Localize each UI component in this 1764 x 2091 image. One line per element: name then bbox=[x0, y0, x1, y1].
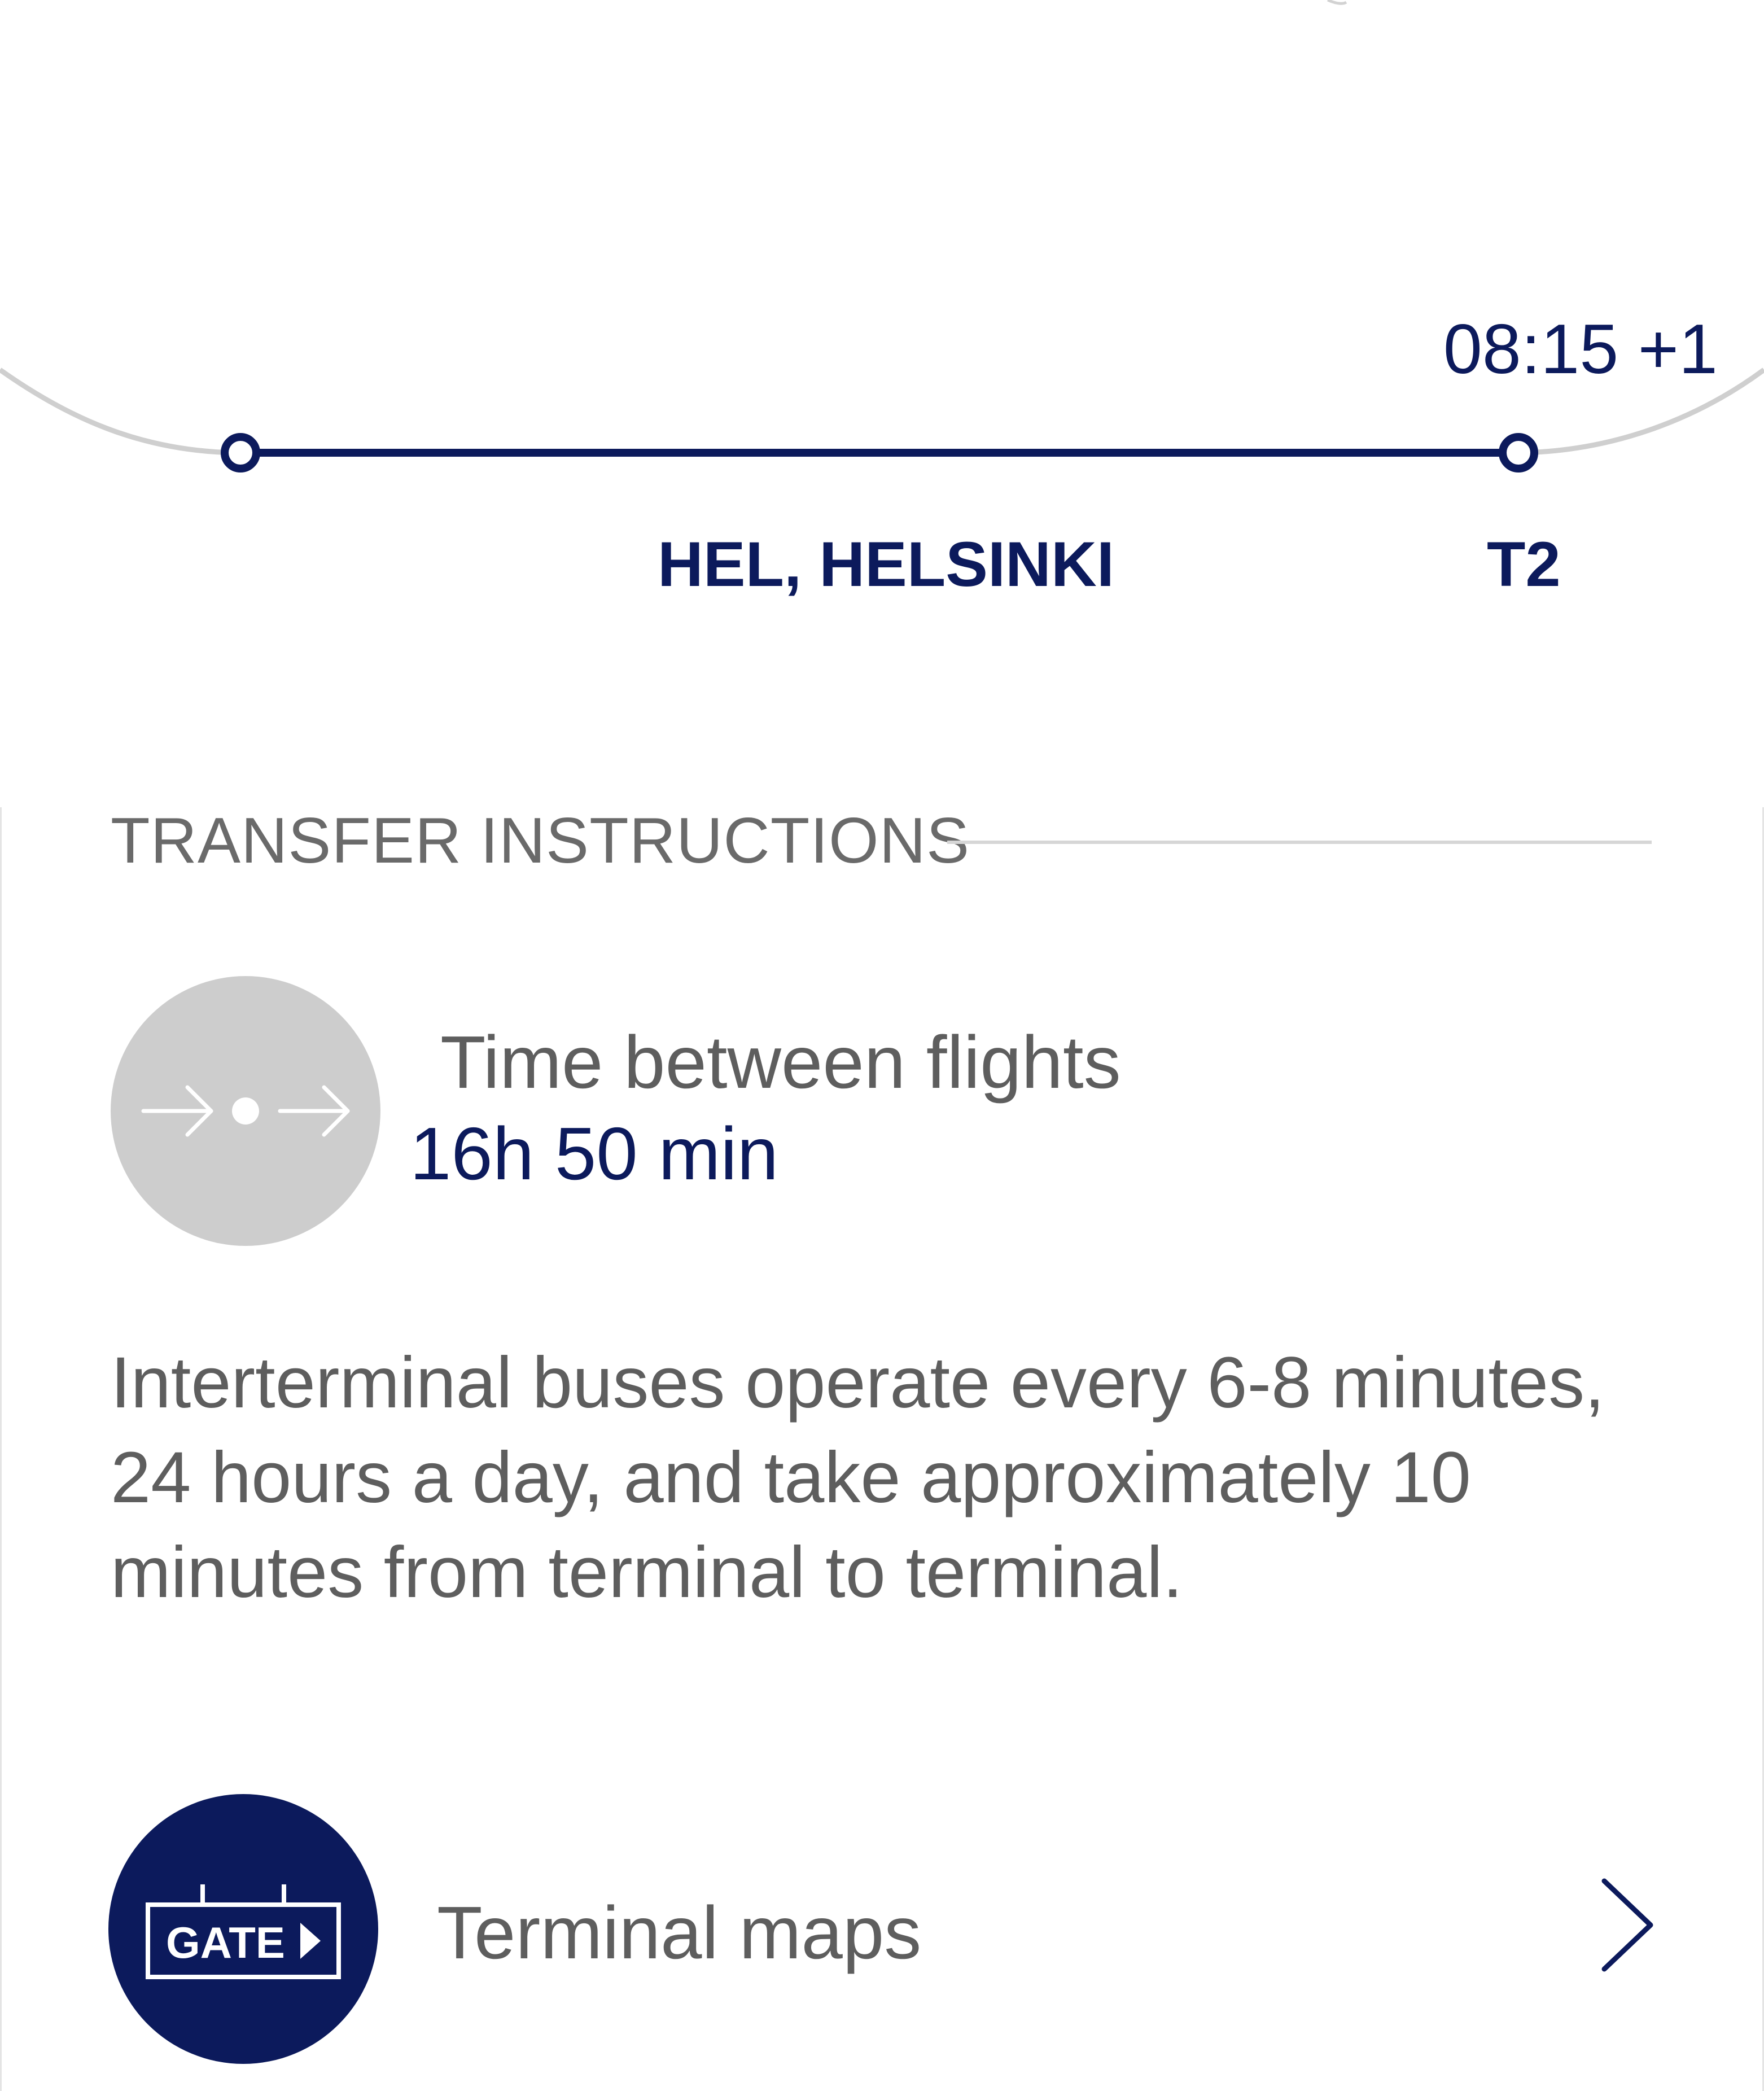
time-between-flights-label: Time between flights bbox=[440, 1021, 1121, 1104]
gate-sign-text: GATE bbox=[166, 1918, 285, 1967]
transfer-arrows-icon bbox=[111, 976, 380, 1246]
transfer-info-text: Interterminal buses operate every 6-8 mi… bbox=[111, 1342, 1605, 1613]
departure-node-icon bbox=[221, 433, 260, 473]
arrival-airport: HEL, HELSINKI bbox=[658, 529, 1114, 600]
card-left-curve bbox=[0, 368, 238, 456]
arrival-time: 08:15 +1 bbox=[1443, 310, 1718, 388]
section-title: TRANSFER INSTRUCTIONS bbox=[111, 805, 970, 877]
gate-sign-icon: GATE bbox=[108, 1794, 378, 2064]
arrival-terminal: T2 bbox=[1487, 529, 1561, 600]
route-timeline bbox=[0, 0, 1764, 473]
card-top-curve bbox=[1327, 0, 1347, 5]
card-left-edge bbox=[0, 807, 2, 2091]
section-divider bbox=[947, 841, 1652, 844]
chevron-right-icon[interactable] bbox=[1592, 1874, 1660, 1976]
arrival-node-icon bbox=[1499, 433, 1538, 473]
time-between-flights-value: 16h 50 min bbox=[410, 1112, 779, 1195]
terminal-maps-label: Terminal maps bbox=[437, 1891, 922, 1974]
